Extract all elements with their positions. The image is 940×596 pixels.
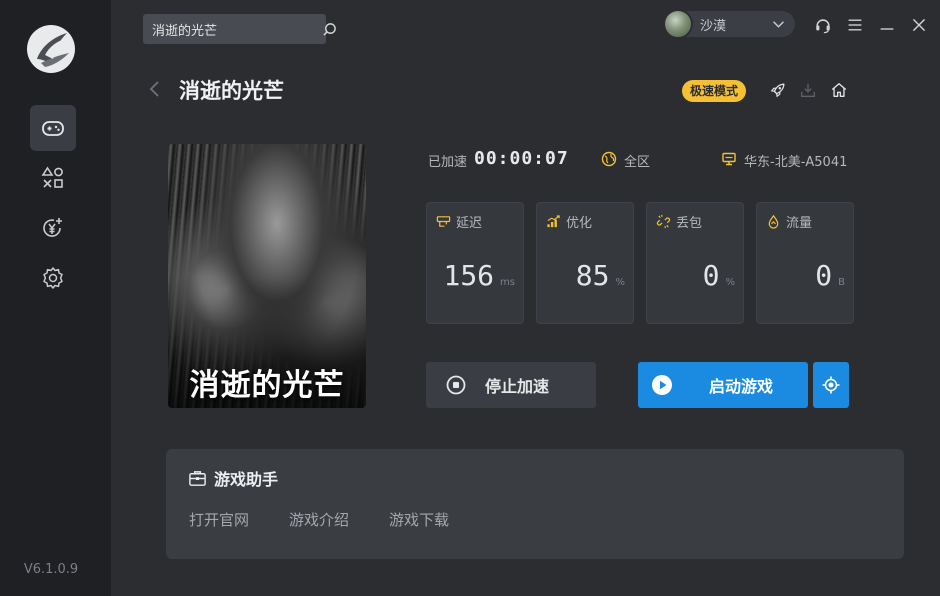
target-icon xyxy=(822,376,840,394)
globe-icon xyxy=(601,151,617,167)
gear-icon xyxy=(43,267,63,289)
stat-card-optimization: 优化 85 % xyxy=(536,202,634,324)
gamepad-icon xyxy=(42,121,64,136)
stat-value: 0 xyxy=(702,259,720,292)
user-menu[interactable]: 沙漠 xyxy=(663,9,795,39)
stat-label: 丢包 xyxy=(676,216,703,231)
signal-bars-icon xyxy=(547,215,560,228)
page-title: 消逝的光芒 xyxy=(179,79,284,103)
stat-card-traffic: 流量 0 B xyxy=(756,202,854,324)
app-logo xyxy=(27,25,75,73)
locate-game-button[interactable] xyxy=(813,362,849,408)
cover-title: 消逝的光芒 xyxy=(189,368,345,403)
speed-mode-badge[interactable]: 极速模式 xyxy=(682,80,747,102)
shapes-icon xyxy=(41,166,63,188)
close-icon[interactable] xyxy=(908,14,930,36)
stat-label: 流量 xyxy=(786,216,813,231)
stat-unit: % xyxy=(725,277,735,288)
rocket-icon[interactable] xyxy=(768,80,788,100)
stat-value: 85 xyxy=(575,259,610,292)
toolbox-icon xyxy=(189,470,206,486)
stat-unit: B xyxy=(838,277,845,288)
user-name: 沙漠 xyxy=(700,18,727,34)
drop-icon xyxy=(768,214,779,229)
chevron-down-icon xyxy=(767,20,789,29)
avatar[interactable] xyxy=(663,9,693,39)
minimize-icon[interactable] xyxy=(876,14,898,36)
stop-acceleration-button[interactable]: 停止加速 xyxy=(426,362,596,408)
stop-icon xyxy=(446,375,466,395)
link-game-intro[interactable]: 游戏介绍 xyxy=(289,509,349,530)
region-label: 全区 xyxy=(624,155,651,170)
stat-unit: % xyxy=(615,277,625,288)
stop-button-label: 停止加速 xyxy=(485,377,550,396)
helper-title: 游戏助手 xyxy=(214,470,279,489)
stat-unit: ms xyxy=(500,277,515,288)
back-arrow-icon[interactable] xyxy=(146,79,164,99)
home-icon[interactable] xyxy=(829,80,849,100)
sidebar-item-recharge[interactable] xyxy=(30,205,76,251)
play-icon xyxy=(652,375,672,395)
server-label: 华东-北美-A5041 xyxy=(744,155,848,170)
app-window: V6.1.0.9 沙漠 xyxy=(0,0,940,596)
sidebar-item-settings[interactable] xyxy=(30,255,76,301)
headset-icon[interactable] xyxy=(812,14,834,36)
search-input[interactable] xyxy=(143,14,322,44)
sidebar-item-shapes[interactable] xyxy=(30,155,76,201)
sidebar-item-games[interactable] xyxy=(30,105,76,151)
download-icon[interactable] xyxy=(798,80,818,100)
start-button-label: 启动游戏 xyxy=(709,377,774,396)
stat-label: 延迟 xyxy=(456,216,483,231)
link-official-site[interactable]: 打开官网 xyxy=(189,509,249,530)
server-icon xyxy=(722,152,736,166)
yen-add-icon xyxy=(43,218,62,237)
link-game-download[interactable]: 游戏下载 xyxy=(389,509,449,530)
start-game-button[interactable]: 启动游戏 xyxy=(638,362,808,408)
version-label: V6.1.0.9 xyxy=(23,562,79,577)
acceleration-timer: 00:00:07 xyxy=(474,148,569,169)
latency-icon xyxy=(436,216,451,227)
stat-label: 优化 xyxy=(566,216,593,231)
stat-value: 0 xyxy=(815,259,833,292)
stat-card-latency: 延迟 156 ms xyxy=(426,202,524,324)
search-box xyxy=(143,14,336,44)
broken-link-icon xyxy=(656,214,671,229)
stat-value: 156 xyxy=(443,259,495,292)
sidebar: V6.1.0.9 xyxy=(0,0,111,596)
menu-icon[interactable] xyxy=(844,14,866,36)
game-cover-image: 消逝的光芒 xyxy=(168,144,366,408)
game-helper-panel: 游戏助手 打开官网 游戏介绍 游戏下载 xyxy=(166,449,904,559)
search-icon[interactable] xyxy=(322,14,337,44)
stat-card-packet-loss: 丢包 0 % xyxy=(646,202,744,324)
accelerated-label: 已加速 xyxy=(428,155,468,170)
